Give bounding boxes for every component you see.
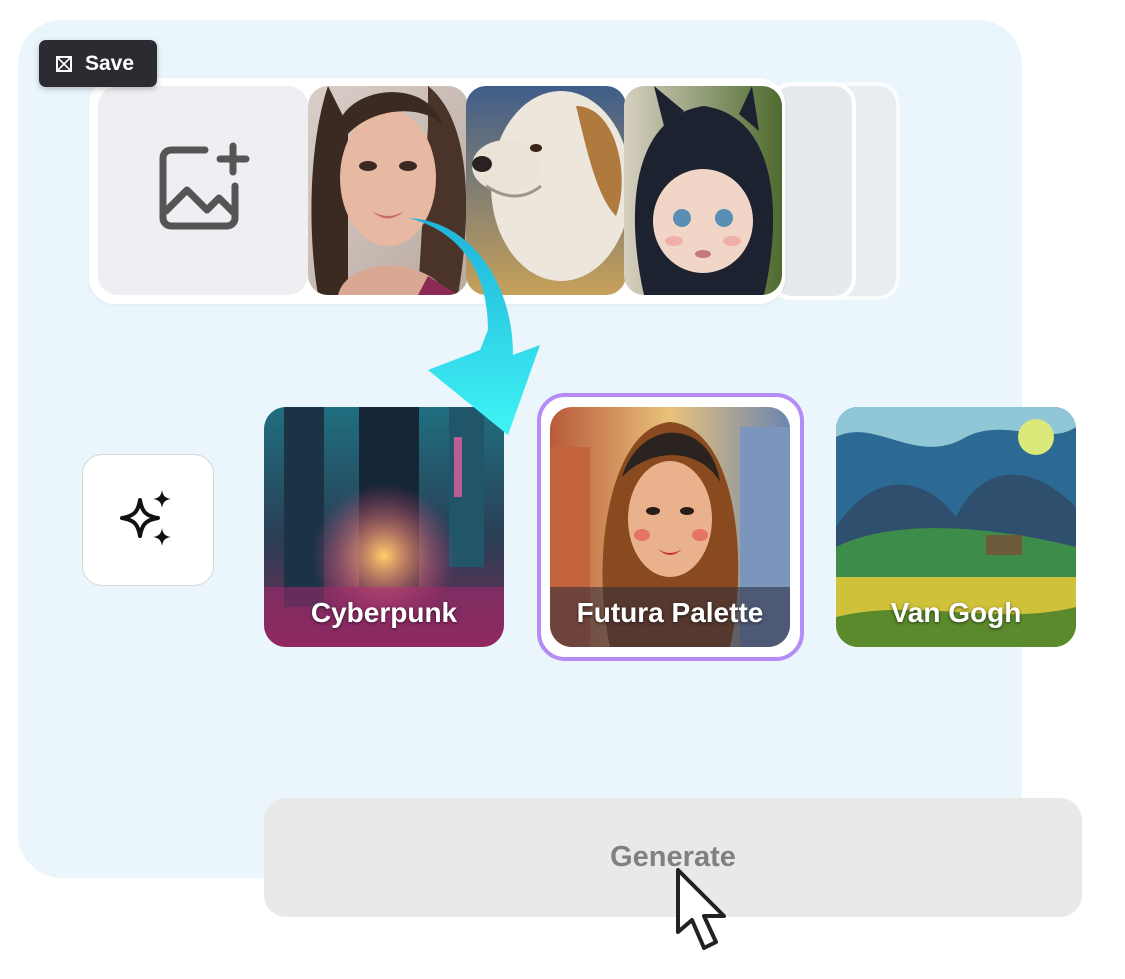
add-image-button[interactable] (98, 86, 308, 295)
uploaded-photo-baby[interactable] (624, 86, 782, 295)
style-label-cyberpunk: Cyberpunk (310, 597, 458, 628)
bookmark-icon (55, 55, 73, 73)
style-label-futura-palette: Futura Palette (576, 597, 764, 628)
magic-style-button[interactable] (82, 454, 214, 586)
style-label-van-gogh: Van Gogh (890, 597, 1022, 628)
transform-arrow (388, 210, 548, 440)
save-label: Save (85, 51, 135, 75)
image-plus-icon (155, 142, 251, 239)
style-card-futura-palette[interactable]: Futura Palette (550, 407, 790, 647)
pointer-cursor-icon (672, 866, 734, 954)
save-button[interactable]: Save (39, 40, 157, 87)
sparkles-icon (118, 488, 178, 553)
style-card-cyberpunk[interactable]: Cyberpunk (264, 407, 504, 647)
style-card-van-gogh[interactable]: Van Gogh (836, 407, 1076, 647)
